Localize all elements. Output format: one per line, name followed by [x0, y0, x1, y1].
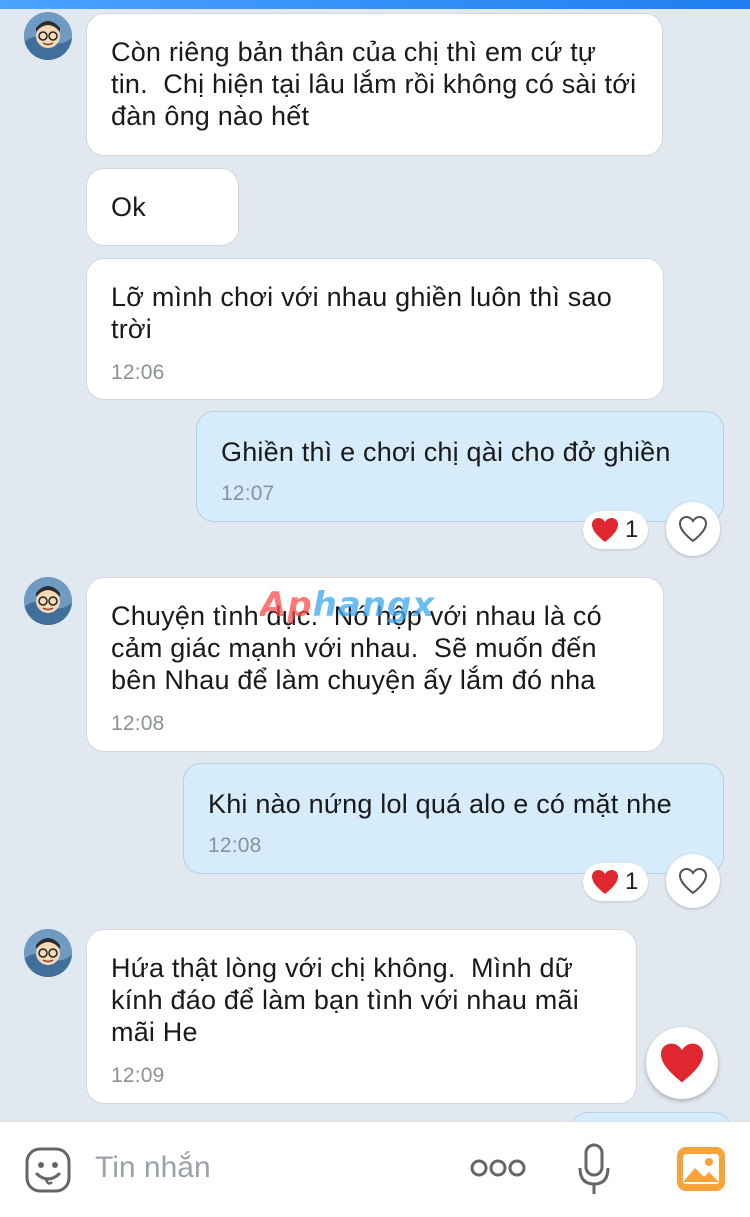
reaction-badge[interactable]: 1: [583, 863, 649, 901]
message-time: 12:06: [111, 361, 165, 384]
red-heart-icon: [592, 870, 618, 894]
photo-icon: [677, 1147, 725, 1191]
message-composer: Tin nhắn: [0, 1121, 750, 1217]
microphone-icon: [578, 1143, 610, 1194]
photo-button[interactable]: [676, 1146, 726, 1197]
reaction-badge[interactable]: 1: [583, 511, 649, 549]
like-button[interactable]: [666, 502, 720, 556]
top-status-strip: [0, 0, 750, 9]
message-text: Ok: [111, 192, 146, 222]
emoji-icon: [25, 1147, 71, 1193]
message-bubble-incoming[interactable]: Ok: [86, 168, 239, 246]
message-text: Lỡ mình chơi với nhau ghiền luôn thì sao…: [111, 282, 620, 344]
message-bubble-incoming[interactable]: Còn riêng bản thân của chị thì em cứ tự …: [86, 13, 663, 156]
reaction-count: 1: [625, 516, 639, 543]
contact-avatar[interactable]: [24, 12, 72, 60]
message-bubble-outgoing[interactable]: Ghiền thì e chơi chị qài cho đở ghiền 12…: [196, 411, 724, 522]
voice-button[interactable]: [577, 1142, 611, 1203]
message-bubble-incoming[interactable]: Hứa thật lòng với chị không. Mình dữ kín…: [86, 929, 637, 1104]
red-heart-icon: [592, 518, 618, 542]
heart-outline-icon: [678, 867, 708, 895]
watermark-logo: Aphangx: [260, 585, 436, 625]
heart-outline-icon: [678, 515, 708, 543]
emoji-button[interactable]: [24, 1146, 72, 1199]
message-time: 12:08: [111, 712, 165, 735]
message-text: Ghiền thì e chơi chị qài cho đở ghiền: [221, 437, 671, 467]
message-time: 12:07: [221, 482, 275, 505]
message-text: Còn riêng bản thân của chị thì em cứ tự …: [111, 37, 645, 131]
reaction-count: 1: [625, 868, 639, 895]
message-bubble-incoming[interactable]: Lỡ mình chơi với nhau ghiền luôn thì sao…: [86, 258, 664, 400]
more-dots-icon: [470, 1159, 526, 1177]
quick-react-heart-button[interactable]: [646, 1027, 718, 1099]
message-bubble-outgoing[interactable]: Khi nào nứng lol quá alo e có mặt nhe 12…: [183, 763, 724, 874]
contact-avatar[interactable]: [24, 577, 72, 625]
message-input[interactable]: Tin nhắn: [95, 1151, 211, 1185]
red-heart-icon: [661, 1043, 703, 1083]
message-time: 12:09: [111, 1064, 165, 1087]
contact-avatar[interactable]: [24, 929, 72, 977]
like-button[interactable]: [666, 854, 720, 908]
message-text: Khi nào nứng lol quá alo e có mặt nhe: [208, 789, 672, 819]
more-button[interactable]: [470, 1156, 526, 1185]
message-text: Hứa thật lòng với chị không. Mình dữ kín…: [111, 953, 587, 1047]
message-time: 12:08: [208, 834, 262, 857]
